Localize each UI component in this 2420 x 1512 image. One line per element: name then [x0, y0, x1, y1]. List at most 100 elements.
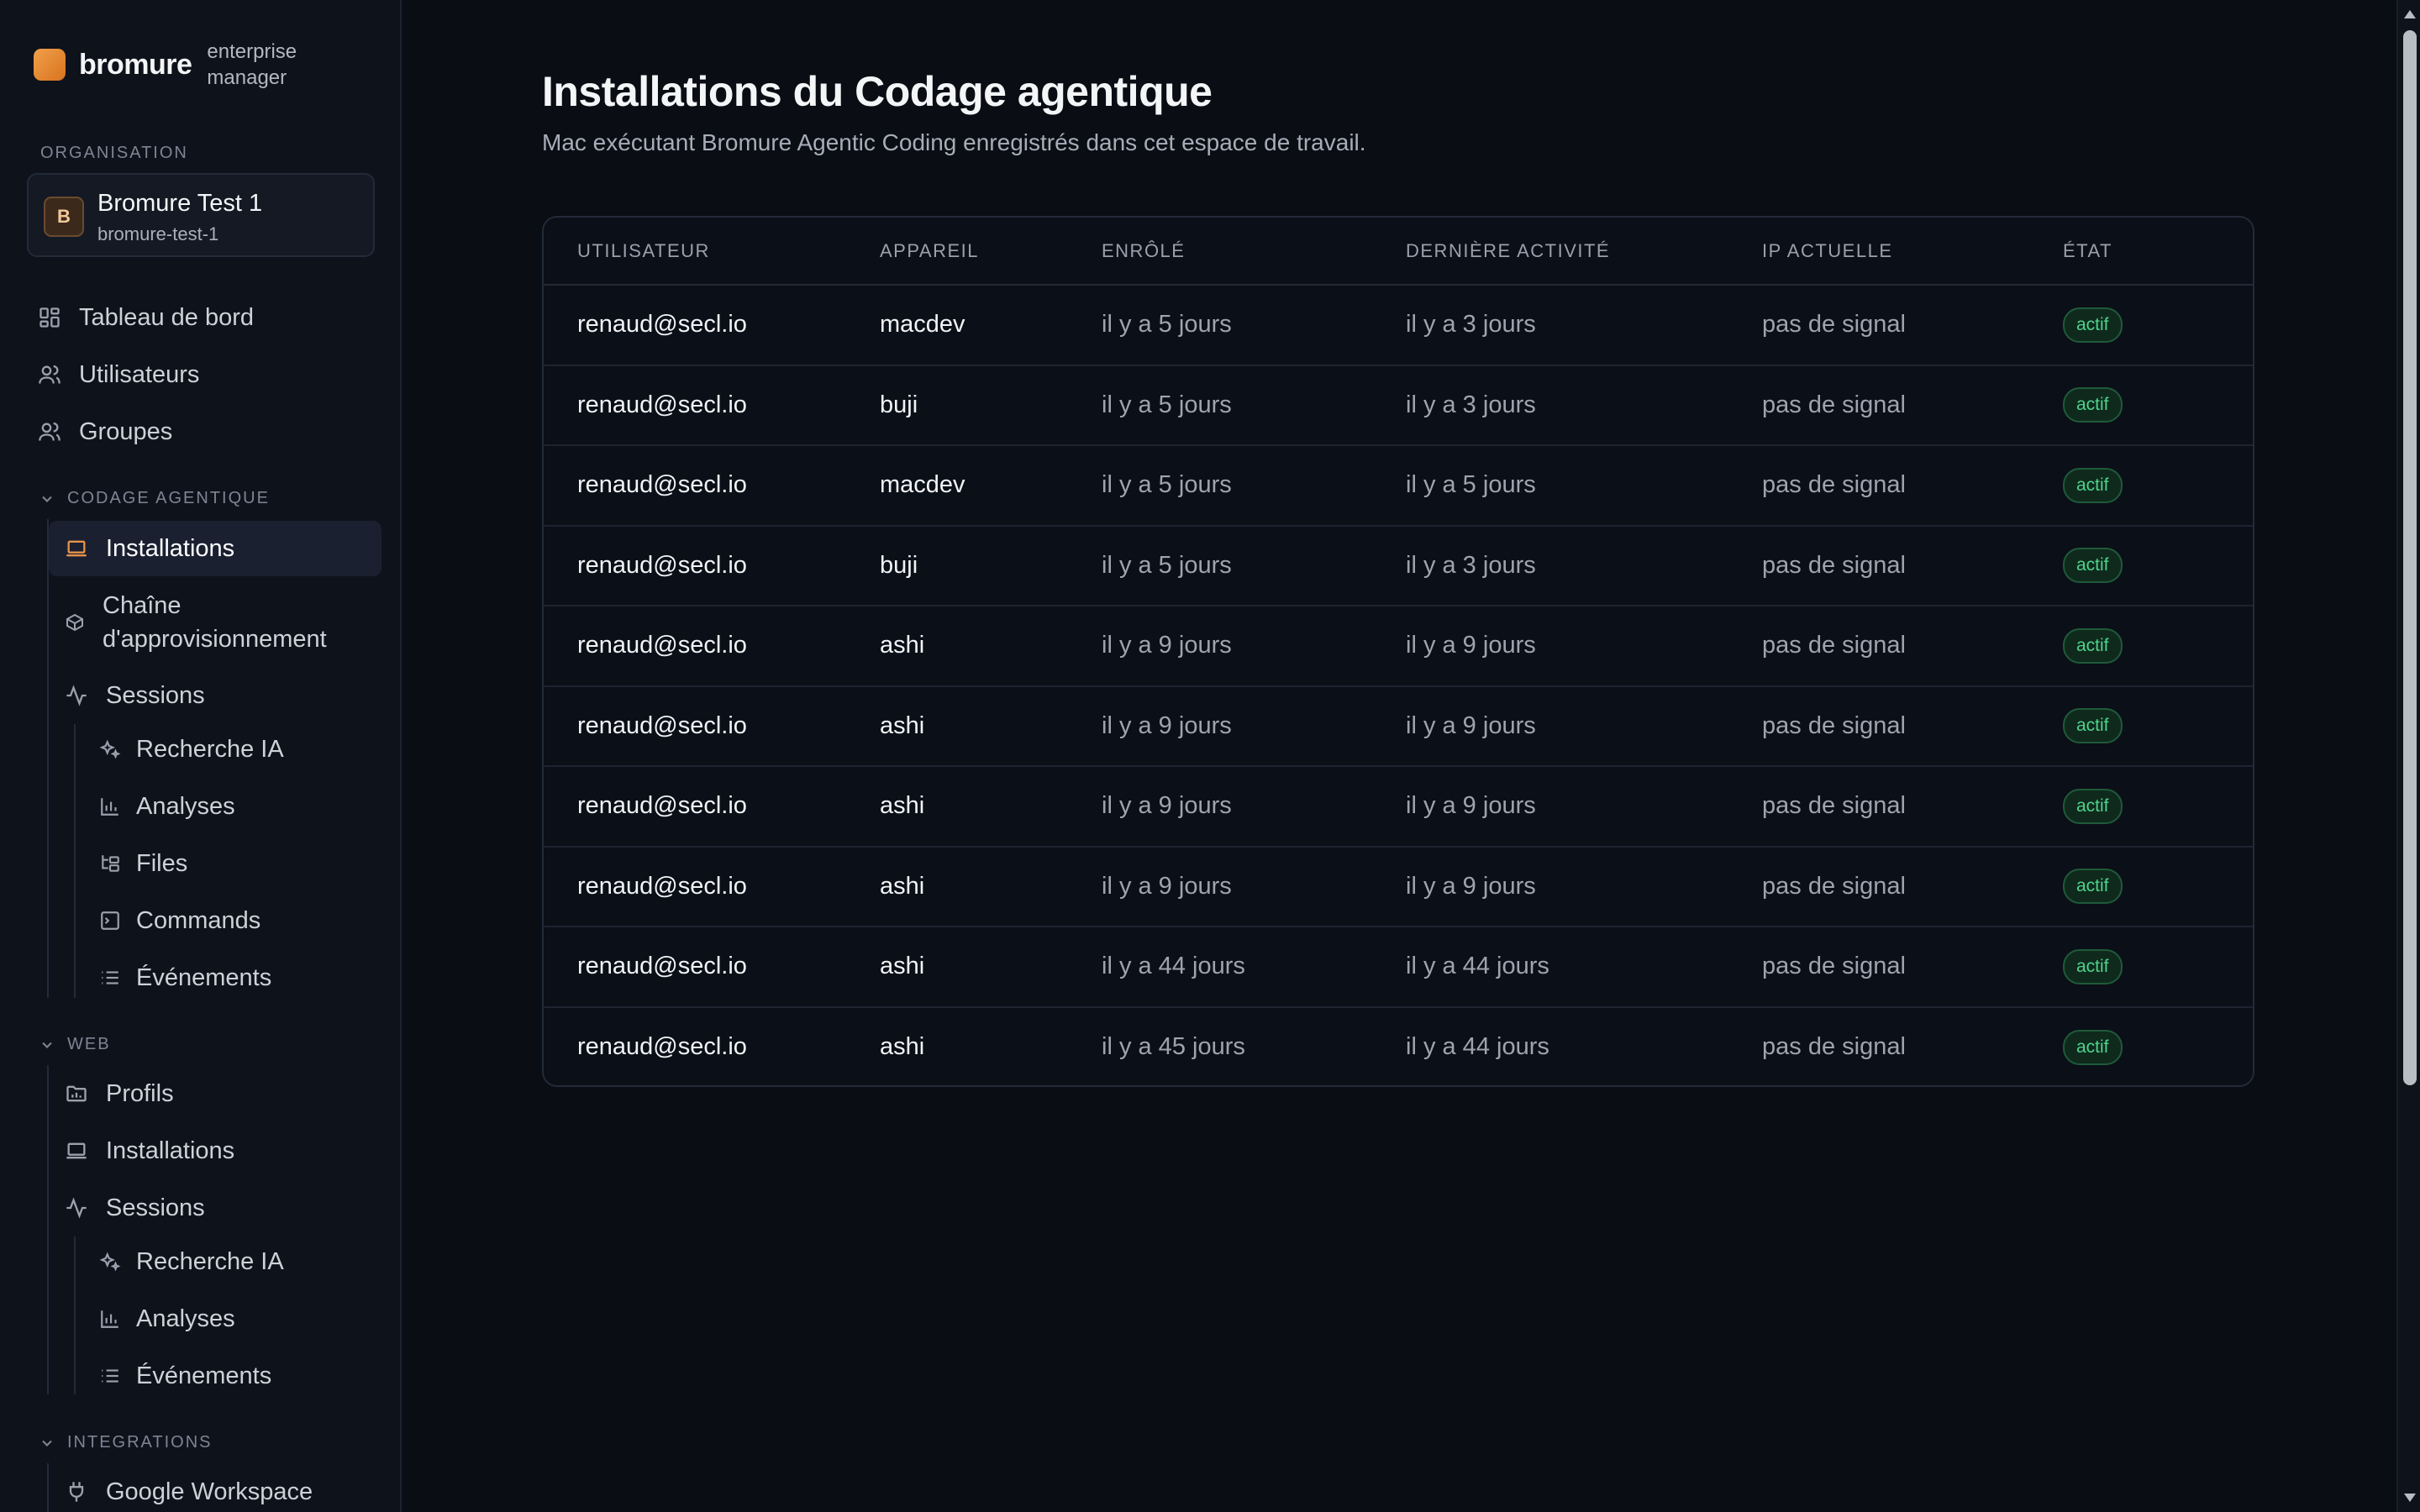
table-row[interactable]: renaud@secl.io ashi il y a 44 jours il y a …	[544, 927, 2253, 1008]
group-codage-agentique[interactable]: CODAGE AGENTIQUE	[39, 489, 270, 508]
last-activity-cell: il y a 9 jours	[1406, 846, 1762, 927]
device-cell: macdev	[880, 445, 1102, 527]
table-row[interactable]: renaud@secl.io buji il y a 5 jours il y a 3…	[544, 365, 2253, 446]
state-cell: actif	[2063, 927, 2253, 1008]
group-web[interactable]: WEB	[39, 1035, 111, 1054]
tree-line	[74, 724, 76, 998]
column-header-user[interactable]: UTILISATEUR	[544, 218, 880, 286]
scroll-thumb[interactable]	[2403, 30, 2417, 1085]
state-cell: actif	[2063, 285, 2253, 366]
state-cell: actif	[2063, 365, 2253, 446]
state-cell: actif	[2063, 766, 2253, 848]
group-label: CODAGE AGENTIQUE	[67, 489, 270, 507]
organisation-label: ORGANISATION	[40, 144, 188, 162]
device-cell: ashi	[880, 685, 1102, 767]
sidebar-item-analyses[interactable]: Analyses	[99, 781, 235, 832]
sidebar-item-users[interactable]: Utilisateurs	[37, 349, 199, 400]
sidebar-item-sessions[interactable]: Sessions	[64, 670, 205, 721]
tree-line	[47, 519, 49, 998]
column-header-last-activity[interactable]: DERNIÈRE ACTIVITÉ	[1406, 218, 1762, 286]
sidebar-item-label: Profils	[106, 1079, 174, 1107]
enrolled-cell: il y a 9 jours	[1102, 766, 1406, 848]
sidebar-item-groups[interactable]: Groupes	[37, 407, 172, 457]
sidebar-item-label: Analyses	[136, 1305, 235, 1332]
enrolled-cell: il y a 44 jours	[1102, 927, 1406, 1008]
table-row[interactable]: renaud@secl.io macdev il y a 5 jours il y a…	[544, 285, 2253, 366]
status-badge: actif	[2063, 788, 2123, 824]
sidebar-item-recherche-ia[interactable]: Recherche IA	[99, 724, 284, 774]
sidebar-item-label: Utilisateurs	[79, 360, 200, 388]
table-row[interactable]: renaud@secl.io ashi il y a 9 jours il y a 9…	[544, 766, 2253, 848]
sidebar-item-label: Groupes	[79, 417, 173, 445]
sidebar-item-installations[interactable]: Installations	[49, 521, 381, 576]
user-cell: renaud@secl.io	[544, 285, 880, 366]
sidebar-item-label: Files	[136, 849, 188, 877]
scrollbar[interactable]	[2396, 0, 2420, 1512]
chevron-down-icon	[39, 491, 55, 507]
column-header-device[interactable]: APPAREIL	[880, 218, 1102, 286]
table-row[interactable]: renaud@secl.io macdev il y a 5 jours il y a…	[544, 445, 2253, 527]
chevron-down-icon	[39, 1037, 55, 1053]
sidebar-item-label: Installations	[106, 534, 235, 562]
sidebar-item-label: Recherche IA	[136, 1247, 284, 1275]
scroll-down-arrow-icon[interactable]	[2404, 1494, 2416, 1502]
sidebar-item-supply-chain[interactable]: Chaîne d'approvisionnement	[64, 586, 371, 659]
column-header-enrolled[interactable]: ENRÔLÉ	[1102, 218, 1406, 286]
main-content: Installations du Codage agentique Mac ex…	[403, 0, 2396, 1512]
users-icon	[37, 362, 62, 387]
brand[interactable]: bromure enterprise manager	[34, 39, 316, 91]
org-name: Bromure Test 1	[97, 190, 263, 217]
org-switcher[interactable]: B Bromure Test 1 bromure-test-1	[27, 173, 375, 257]
user-cell: renaud@secl.io	[577, 1033, 747, 1061]
sidebar-item-label: Recherche IA	[136, 735, 284, 763]
current-ip-cell: pas de signal	[1762, 685, 2063, 767]
page-subtitle: Mac exécutant Bromure Agentic Coding enr…	[542, 129, 1366, 155]
last-activity-cell: il y a 44 jours	[1406, 927, 1762, 1008]
enrolled-cell: il y a 9 jours	[1102, 846, 1406, 927]
state-cell: actif	[2063, 445, 2253, 527]
last-activity-cell: il y a 9 jours	[1406, 685, 1762, 767]
laptop-icon	[64, 536, 89, 561]
enrolled-cell: il y a 5 jours	[1102, 365, 1406, 446]
sidebar-item-web-installations[interactable]: Installations	[64, 1126, 234, 1176]
scroll-up-arrow-icon[interactable]	[2404, 10, 2416, 18]
sidebar-item-label: Analyses	[136, 792, 235, 820]
sidebar-item-web-sessions[interactable]: Sessions	[64, 1183, 205, 1233]
sidebar-item-commands[interactable]: Commands	[99, 895, 260, 946]
sidebar-item-label: Sessions	[106, 1194, 205, 1221]
list-icon	[99, 1365, 121, 1387]
device-cell: ashi	[880, 606, 1102, 687]
enrolled-cell: il y a 45 jours	[1102, 1033, 1245, 1061]
sidebar-item-files[interactable]: Files	[99, 838, 187, 889]
table-row[interactable]: renaud@secl.io ashi il y a 9 jours il y a 9…	[544, 606, 2253, 687]
sidebar-item-web-recherche-ia[interactable]: Recherche IA	[99, 1236, 284, 1287]
sidebar-item-dashboard[interactable]: Tableau de bord	[37, 292, 254, 343]
sidebar-item-evenements[interactable]: Événements	[99, 953, 271, 1003]
current-ip-cell: pas de signal	[1762, 766, 2063, 848]
sidebar-item-google-workspace[interactable]: Google Workspace	[64, 1467, 313, 1512]
group-label: WEB	[67, 1035, 111, 1053]
state-cell: actif	[2063, 685, 2253, 767]
table-row[interactable]: renaud@secl.io ashi il y a 9 jours il y a 9…	[544, 846, 2253, 927]
last-activity-cell: il y a 5 jours	[1406, 445, 1762, 527]
sidebar-item-profils[interactable]: Profils	[64, 1068, 174, 1119]
state-cell: actif	[2063, 1007, 2253, 1086]
state-cell: actif	[2063, 846, 2253, 927]
sidebar-item-label: Événements	[136, 1362, 272, 1389]
sidebar-item-web-evenements[interactable]: Événements	[99, 1351, 271, 1401]
table-row[interactable]: renaud@secl.io ashi il y a 9 jours il y a 9…	[544, 685, 2253, 767]
brand-name: bromure	[79, 48, 192, 81]
state-cell: actif	[2063, 606, 2253, 687]
current-ip-cell: pas de signal	[1762, 927, 2063, 1008]
group-integrations[interactable]: INTEGRATIONS	[39, 1433, 213, 1452]
column-header-current-ip[interactable]: IP ACTUELLE	[1762, 218, 2063, 286]
sidebar-item-web-analyses[interactable]: Analyses	[99, 1294, 235, 1344]
table-row[interactable]: renaud@secl.io buji il y a 5 jours il y a 3…	[544, 525, 2253, 606]
user-cell: renaud@secl.io	[544, 606, 880, 687]
device-cell: ashi	[880, 1033, 925, 1061]
status-badge: actif	[2063, 548, 2123, 584]
column-header-state[interactable]: ÉTAT	[2063, 218, 2253, 286]
sparkles-icon	[99, 1251, 121, 1273]
table-row[interactable]: renaud@secl.io ashi il y a 45 jours il y a …	[544, 1007, 2253, 1086]
status-badge: actif	[2063, 627, 2123, 664]
